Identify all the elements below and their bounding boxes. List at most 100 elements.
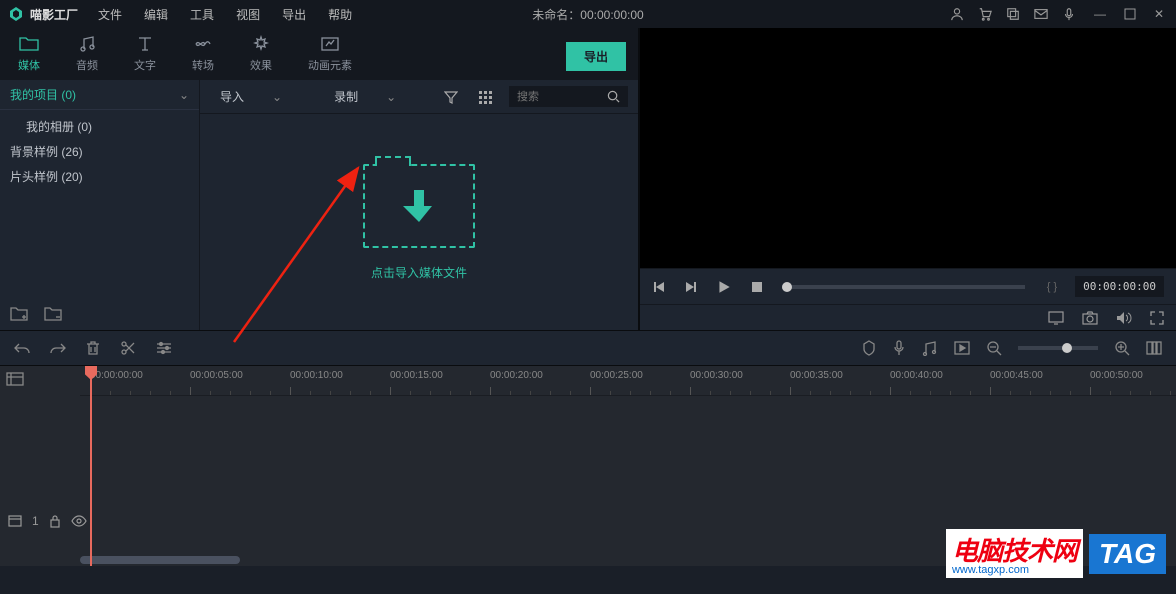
tab-effect[interactable]: 效果 xyxy=(232,29,290,79)
h-scrollbar-thumb[interactable] xyxy=(80,556,240,564)
tab-media[interactable]: 媒体 xyxy=(0,29,58,79)
tab-motion-label: 动画元素 xyxy=(308,57,352,73)
sidebar-item-intro[interactable]: 片头样例 (20) xyxy=(0,164,199,189)
zoom-out-icon[interactable] xyxy=(986,340,1002,356)
zoom-slider[interactable] xyxy=(1018,346,1098,350)
filter-icon[interactable] xyxy=(438,90,464,104)
eye-icon[interactable] xyxy=(71,515,87,527)
tab-audio[interactable]: 音频 xyxy=(58,29,116,79)
redo-icon[interactable] xyxy=(50,341,66,355)
sidebar-header-label: 我的项目 (0) xyxy=(10,86,76,103)
volume-icon[interactable] xyxy=(1116,311,1132,325)
tab-transition[interactable]: 转场 xyxy=(174,29,232,79)
transition-icon xyxy=(193,35,213,53)
app-logo: 喵影工厂 xyxy=(8,6,78,23)
media-main: 导入 ⌄ 录制 ⌄ xyxy=(200,80,638,330)
timeline-toolbar xyxy=(0,330,1176,366)
menu-file[interactable]: 文件 xyxy=(98,6,122,23)
watermark-title: 电脑技术网 xyxy=(952,536,1077,566)
voiceover-icon[interactable] xyxy=(892,340,906,356)
track-header: 1 xyxy=(0,506,80,536)
close-icon[interactable]: ✕ xyxy=(1150,7,1168,21)
menu-tools[interactable]: 工具 xyxy=(190,6,214,23)
main-menu: 文件 编辑 工具 视图 导出 帮助 xyxy=(98,6,352,23)
progress-thumb[interactable] xyxy=(782,282,792,292)
cart-icon[interactable] xyxy=(978,7,992,21)
next-frame-button[interactable] xyxy=(684,280,698,294)
effect-icon xyxy=(252,35,270,53)
export-button[interactable]: 导出 xyxy=(566,42,626,71)
chevron-down-icon: ⌄ xyxy=(386,90,396,104)
track-collapse-icon[interactable] xyxy=(8,515,22,527)
zoom-in-icon[interactable] xyxy=(1114,340,1130,356)
timeline-ruler[interactable]: 00:00:00:0000:00:05:0000:00:10:0000:00:1… xyxy=(80,366,1176,396)
tab-audio-label: 音频 xyxy=(76,57,98,73)
fit-zoom-icon[interactable] xyxy=(1146,341,1162,355)
menu-export[interactable]: 导出 xyxy=(282,6,306,23)
screen-settings-icon[interactable] xyxy=(1048,311,1064,325)
ruler-tick: 00:00:05:00 xyxy=(190,370,243,381)
app-name: 喵影工厂 xyxy=(30,6,78,23)
dropzone-box xyxy=(363,164,475,248)
zoom-thumb[interactable] xyxy=(1062,343,1072,353)
category-tabs: 媒体 音频 文字 转场 效果 动画元素 导出 xyxy=(0,28,638,80)
tab-motion[interactable]: 动画元素 xyxy=(290,29,370,79)
import-dropdown[interactable]: 导入 ⌄ xyxy=(210,86,292,107)
ruler-tick: 00:00:25:00 xyxy=(590,370,643,381)
title-prefix: 未命名： xyxy=(532,8,580,22)
maximize-icon[interactable] xyxy=(1124,8,1136,20)
sidebar-item-bg[interactable]: 背景样例 (26) xyxy=(0,139,199,164)
menu-edit[interactable]: 编辑 xyxy=(144,6,168,23)
ruler-tick: 00:00:20:00 xyxy=(490,370,543,381)
tracks-area[interactable] xyxy=(80,396,1176,546)
record-dropdown[interactable]: 录制 ⌄ xyxy=(324,86,406,107)
menu-help[interactable]: 帮助 xyxy=(328,6,352,23)
track-number: 1 xyxy=(32,514,39,528)
mic-icon[interactable] xyxy=(1062,7,1076,21)
sidebar-header[interactable]: 我的项目 (0) ⌄ xyxy=(0,80,199,110)
record-label: 录制 xyxy=(334,88,358,105)
account-icon[interactable] xyxy=(950,7,964,21)
play-button[interactable] xyxy=(716,279,732,295)
minimize-icon[interactable]: — xyxy=(1090,7,1110,21)
tab-text[interactable]: 文字 xyxy=(116,29,174,79)
ruler-tick: 00:00:15:00 xyxy=(390,370,443,381)
preview-video[interactable] xyxy=(640,28,1176,268)
adjust-icon[interactable] xyxy=(156,341,172,355)
preview-bottom-bar xyxy=(640,304,1176,330)
progress-bar[interactable] xyxy=(782,285,1025,289)
render-icon[interactable] xyxy=(954,341,970,355)
lock-icon[interactable] xyxy=(49,514,61,528)
search-input[interactable] xyxy=(509,87,599,107)
mail-icon[interactable] xyxy=(1034,7,1048,21)
delete-icon[interactable] xyxy=(86,340,100,356)
prev-frame-button[interactable] xyxy=(652,280,666,294)
grid-view-icon[interactable] xyxy=(472,90,498,104)
title-time: 00:00:00:00 xyxy=(580,8,643,22)
menu-view[interactable]: 视图 xyxy=(236,6,260,23)
remove-folder-icon[interactable] xyxy=(44,306,62,322)
ruler-tick: 00:00:30:00 xyxy=(690,370,743,381)
sidebar-item-album[interactable]: 我的相册 (0) xyxy=(0,114,199,139)
import-dropzone[interactable]: 点击导入媒体文件 xyxy=(200,114,638,330)
search-icon[interactable] xyxy=(599,86,628,107)
audio-mix-icon[interactable] xyxy=(922,340,938,356)
track-manager-icon[interactable] xyxy=(6,372,24,388)
dropzone-text: 点击导入媒体文件 xyxy=(371,264,467,281)
ruler-tick: 00:00:00:00 xyxy=(90,370,143,381)
motion-icon xyxy=(320,35,340,53)
stop-button[interactable] xyxy=(750,280,764,294)
undo-icon[interactable] xyxy=(14,341,30,355)
preview-panel: { } 00:00:00:00 xyxy=(638,28,1176,330)
layers-icon[interactable] xyxy=(1006,7,1020,21)
logo-icon xyxy=(8,6,24,22)
split-icon[interactable] xyxy=(120,340,136,356)
watermark-tag: TAG xyxy=(1089,534,1166,574)
add-folder-icon[interactable] xyxy=(10,306,28,322)
playhead[interactable] xyxy=(90,366,92,566)
snapshot-icon[interactable] xyxy=(1082,311,1098,325)
marker-icon[interactable] xyxy=(862,340,876,356)
fullscreen-icon[interactable] xyxy=(1150,311,1164,325)
title-bar: 喵影工厂 文件 编辑 工具 视图 导出 帮助 未命名：00:00:00:00 —… xyxy=(0,0,1176,28)
media-toolbar: 导入 ⌄ 录制 ⌄ xyxy=(200,80,638,114)
